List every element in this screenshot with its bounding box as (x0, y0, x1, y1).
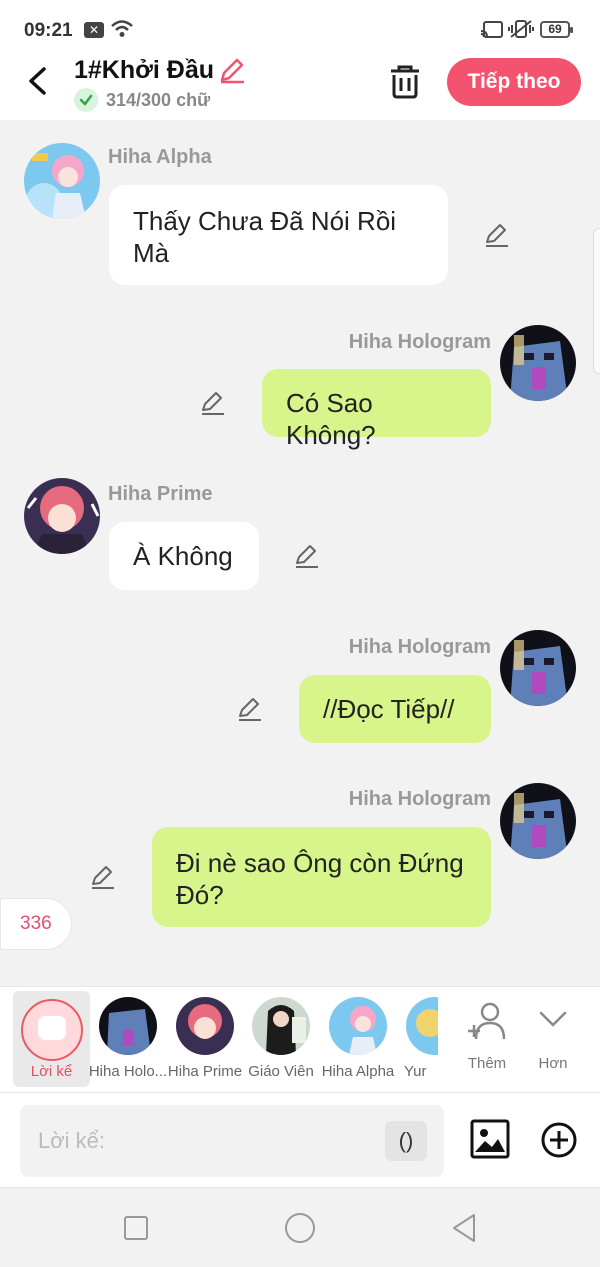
sender-name: Hiha Prime (108, 483, 213, 505)
edit-title-pencil-icon[interactable] (218, 56, 246, 84)
avatar-hiha-hologram[interactable] (500, 630, 576, 706)
avatar (176, 997, 234, 1055)
character-label: Hiha Prime (167, 1063, 243, 1080)
trash-icon[interactable] (386, 62, 424, 100)
edit-pencil-icon[interactable] (90, 864, 116, 890)
sender-name: Hiha Hologram (348, 788, 491, 810)
edit-pencil-icon[interactable] (200, 390, 226, 416)
page-title[interactable]: 1#Khởi Đầu (74, 56, 214, 85)
message-input[interactable] (20, 1105, 444, 1177)
character-label: Yur (404, 1063, 427, 1080)
character-hiha-prime[interactable]: Hiha Prime (166, 987, 244, 1087)
avatar (406, 997, 438, 1055)
avatar-hiha-prime[interactable] (24, 478, 100, 554)
message-bubble[interactable]: Đi nè sao Ông còn Đứng Đó? (152, 827, 491, 927)
avatar (99, 997, 157, 1055)
home-button[interactable] (285, 1213, 315, 1243)
vibrate-icon (508, 20, 534, 38)
side-handle[interactable] (593, 228, 600, 374)
edit-pencil-icon[interactable] (294, 543, 320, 569)
character-yur[interactable]: Yur (398, 987, 438, 1087)
word-count: 314/300 chữ (106, 90, 211, 110)
sender-name: Hiha Alpha (108, 146, 212, 168)
character-label: Lời kể (30, 1063, 73, 1080)
character-label: Giáo Viên (248, 1063, 314, 1080)
wifi-icon (111, 20, 133, 37)
story-header: 1#Khởi Đầu 314/300 chữ Tiếp theo (0, 52, 600, 120)
character-narrator[interactable]: Lời kể (13, 991, 90, 1087)
status-bar: 09:21 ✕ 69 (0, 0, 600, 52)
character-bar: Lời kể Hiha Holo... Hiha Prime Giáo Viên… (0, 986, 600, 1092)
character-giao-vien[interactable]: Giáo Viên (244, 987, 318, 1087)
chevron-down-icon (539, 1011, 567, 1027)
message-bubble[interactable]: Thấy Chưa Đã Nói Rồi Mà (109, 185, 448, 285)
notification-x-icon: ✕ (84, 22, 104, 38)
message-count-badge[interactable]: 336 (0, 898, 72, 950)
avatar (252, 997, 310, 1055)
avatar (329, 997, 387, 1055)
message-bubble[interactable]: À Không (109, 522, 259, 590)
more-label: Hơn (538, 1055, 568, 1072)
cast-icon (480, 21, 503, 38)
character-label: Hiha Alpha (321, 1063, 395, 1080)
message-bubble[interactable]: Có Sao Không? (262, 369, 491, 450)
avatar-hiha-hologram[interactable] (500, 783, 576, 859)
edit-pencil-icon[interactable] (237, 696, 263, 722)
edit-pencil-icon[interactable] (484, 222, 510, 248)
parenthesis-button[interactable]: () (385, 1121, 427, 1161)
battery-icon: 69 (540, 21, 573, 38)
message-bubble[interactable]: //Đọc Tiếp// (299, 675, 491, 743)
character-label: Hiha Holo... (88, 1063, 168, 1080)
recents-button[interactable] (124, 1216, 148, 1240)
avatar-hiha-alpha[interactable] (24, 143, 100, 219)
image-icon[interactable] (470, 1119, 510, 1159)
nav-back-icon[interactable] (450, 1212, 478, 1244)
add-person-icon (468, 1002, 506, 1040)
narrator-icon (20, 999, 83, 1061)
next-button[interactable]: Tiếp theo (447, 58, 581, 106)
add-circle-icon[interactable] (540, 1121, 578, 1159)
system-navigation (0, 1187, 600, 1267)
check-icon (74, 88, 98, 112)
sender-name: Hiha Hologram (348, 331, 491, 353)
sender-name: Hiha Hologram (348, 636, 491, 658)
avatar-hiha-hologram[interactable] (500, 325, 576, 401)
input-bar: () (0, 1092, 600, 1187)
character-hiha-alpha[interactable]: Hiha Alpha (318, 987, 398, 1087)
character-hiha-hologram[interactable]: Hiha Holo... (88, 987, 168, 1087)
back-arrow-icon[interactable] (24, 66, 52, 96)
status-time: 09:21 (24, 20, 73, 41)
add-label: Thêm (467, 1055, 507, 1072)
